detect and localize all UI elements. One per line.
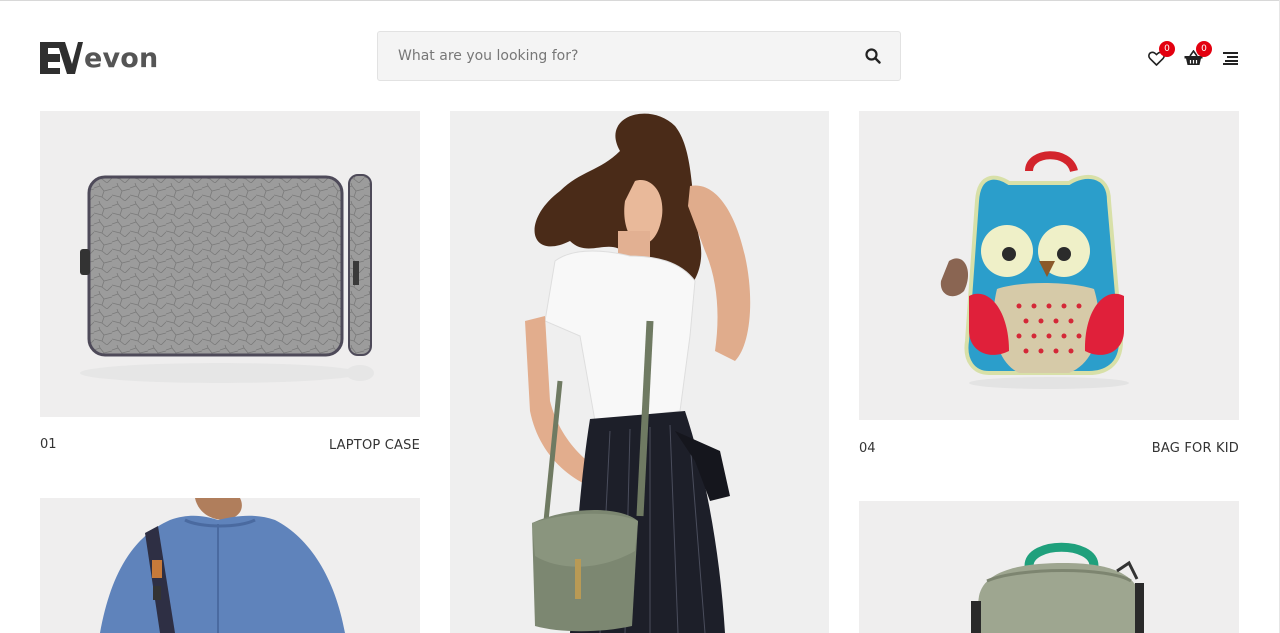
top-border [0, 0, 1280, 1]
product-number: 01 [40, 437, 57, 452]
product-card[interactable] [859, 501, 1239, 633]
product-title[interactable]: BAG FOR KID [1152, 441, 1239, 456]
brand-logo[interactable]: evon [40, 40, 158, 74]
search-bar [377, 31, 901, 81]
wishlist-count-badge: 0 [1159, 41, 1175, 57]
menu-icon [1222, 52, 1238, 65]
product-card[interactable] [450, 111, 829, 633]
search-icon [865, 48, 881, 64]
search-input[interactable] [378, 32, 846, 80]
cart-count-badge: 0 [1196, 41, 1212, 57]
cart-button[interactable]: 0 [1183, 41, 1212, 68]
menu-button[interactable] [1220, 48, 1240, 68]
product-title[interactable]: LAPTOP CASE [329, 438, 420, 453]
product-image-man-with-messenger-bag[interactable] [40, 498, 420, 633]
search-button[interactable] [846, 32, 900, 80]
product-image-woman-with-shoulder-bag[interactable] [450, 111, 829, 633]
wishlist-button[interactable]: 0 [1146, 41, 1175, 68]
product-card[interactable]: 04 BAG FOR KID [859, 111, 1239, 461]
product-image-owl-kids-backpack[interactable] [859, 111, 1239, 420]
product-card[interactable] [40, 498, 420, 633]
product-card[interactable]: 01 LAPTOP CASE [40, 111, 420, 461]
product-image-laptop-sleeve[interactable] [40, 111, 420, 417]
header-actions: 0 0 [1146, 41, 1240, 68]
brand-name: evon [84, 43, 159, 74]
product-image-green-backpack[interactable] [859, 501, 1239, 633]
logo-mark-icon [40, 42, 83, 74]
product-number: 04 [859, 441, 876, 456]
